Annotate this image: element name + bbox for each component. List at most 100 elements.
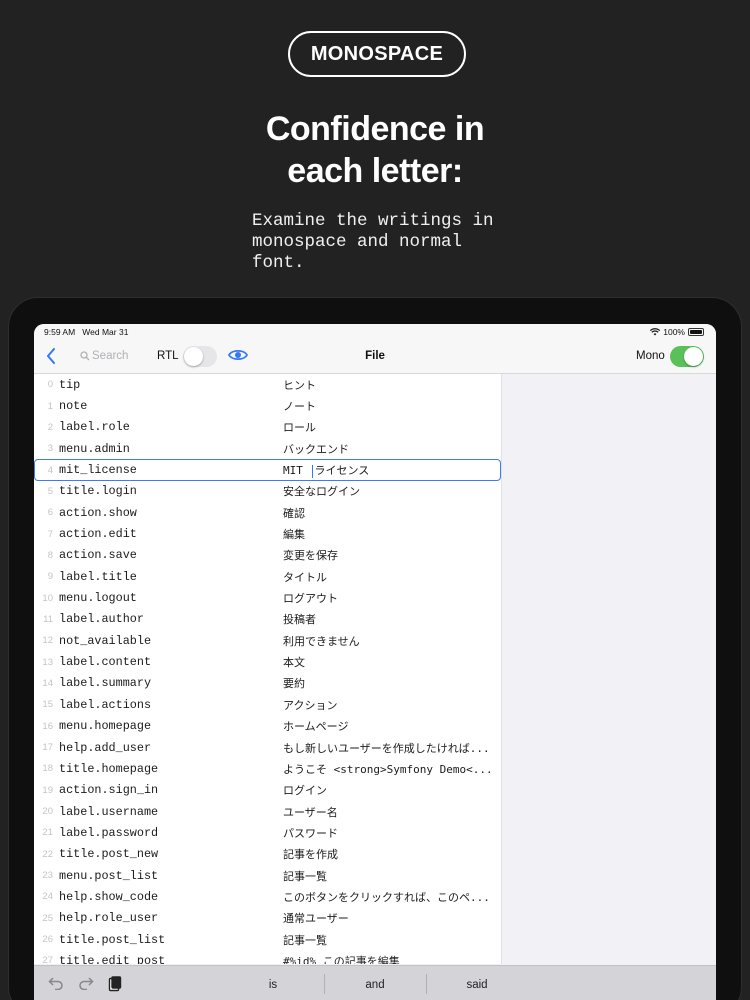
row-number: 20	[42, 806, 53, 818]
row-number: 3	[47, 443, 53, 455]
row-value: このボタンをクリックすれば、このペ...	[283, 890, 490, 904]
app-screen: 9:59 AM Wed Mar 31 100% Search RTL File …	[34, 324, 716, 1000]
list-row[interactable]: 0 tip ヒント	[34, 374, 501, 395]
list-row[interactable]: 12 not_available 利用できません	[34, 630, 501, 651]
text-caret	[311, 464, 313, 478]
row-value: 安全なログイン	[283, 485, 360, 499]
row-value: ホームページ	[283, 720, 349, 734]
row-value: 投稿者	[283, 613, 316, 627]
row-number: 15	[42, 699, 53, 711]
row-value: タイトル	[283, 570, 327, 584]
row-number: 9	[47, 571, 53, 583]
list-row[interactable]: 21 label.password パスワード	[34, 822, 501, 843]
redo-icon[interactable]	[78, 976, 94, 994]
row-value[interactable]: MIT ライセンス	[283, 462, 495, 478]
list-row[interactable]: 16 menu.homepage ホームページ	[34, 716, 501, 737]
list-row[interactable]: 24 help.show_code このボタンをクリックすれば、このペ...	[34, 886, 501, 907]
row-number: 22	[42, 848, 53, 860]
list-row[interactable]: 13 label.content 本文	[34, 651, 501, 672]
search-placeholder: Search	[92, 350, 129, 362]
status-right: 100%	[650, 327, 704, 337]
row-value: 確認	[283, 506, 305, 520]
list-row[interactable]: 7 action.edit 編集	[34, 523, 501, 544]
row-value: 編集	[283, 528, 305, 542]
translation-list[interactable]: 0 tip ヒント 1 note ノート 2 label.role ロール 3 menu.admin…	[34, 374, 501, 964]
row-number: 12	[42, 635, 53, 647]
headline-line-1: Confidence in	[265, 110, 485, 148]
row-value: アクション	[283, 698, 338, 712]
suggestion-1[interactable]: is	[222, 974, 324, 996]
row-key: label.title	[59, 569, 137, 584]
row-number: 1	[47, 400, 53, 412]
list-row[interactable]: 9 label.title タイトル	[34, 566, 501, 587]
suggestion-3[interactable]: said	[426, 974, 528, 996]
list-row[interactable]: 26 title.post_list 記事一覧	[34, 929, 501, 950]
promo-subtext: Examine the writings in monospace and no…	[252, 211, 494, 273]
list-row[interactable]: 2 label.role ロール	[34, 417, 501, 438]
list-row[interactable]: 5 title.login 安全なログイン	[34, 481, 501, 502]
row-key: label.username	[59, 804, 159, 819]
eye-icon[interactable]	[227, 348, 249, 367]
list-row[interactable]: 20 label.username ユーザー名	[34, 801, 501, 822]
list-row[interactable]: 4 mit_license MIT ライセンス	[34, 459, 501, 481]
rtl-label: RTL	[157, 350, 179, 362]
list-row[interactable]: 25 help.role_user 通常ユーザー	[34, 908, 501, 929]
row-number: 14	[42, 677, 53, 689]
battery-percent: 100%	[663, 327, 685, 337]
row-value: ユーザー名	[283, 805, 338, 819]
list-row[interactable]: 14 label.summary 要約	[34, 673, 501, 694]
row-key: not_available	[59, 633, 152, 648]
list-row[interactable]: 19 action.sign_in ログイン	[34, 780, 501, 801]
row-number: 13	[42, 656, 53, 668]
paste-icon[interactable]	[108, 976, 122, 996]
row-key: menu.homepage	[59, 719, 152, 734]
row-key: title.post_list	[59, 932, 166, 947]
row-key: help.add_user	[59, 740, 152, 755]
list-row[interactable]: 3 menu.admin バックエンド	[34, 438, 501, 459]
row-key: label.actions	[59, 697, 152, 712]
row-number: 27	[42, 955, 53, 964]
row-value: ログアウト	[283, 592, 338, 606]
row-number: 2	[47, 421, 53, 433]
row-key: title.login	[59, 484, 137, 499]
row-key: label.password	[59, 825, 159, 840]
list-row[interactable]: 17 help.add_user もし新しいユーザーを作成したければ...	[34, 737, 501, 758]
row-value: 要約	[283, 677, 305, 691]
list-row[interactable]: 23 menu.post_list 記事一覧	[34, 865, 501, 886]
mono-toggle[interactable]	[670, 346, 704, 367]
row-number: 0	[47, 379, 53, 391]
status-bar: 9:59 AM Wed Mar 31 100%	[34, 324, 716, 340]
row-key: label.role	[59, 420, 130, 435]
row-key: label.content	[59, 655, 152, 670]
wifi-icon	[650, 328, 661, 336]
row-number: 8	[47, 549, 53, 561]
list-row[interactable]: 27 title.edit_post #%id% この記事を編集	[34, 950, 501, 964]
monospace-badge: MONOSPACE	[288, 31, 466, 77]
search-field[interactable]: Search	[80, 350, 128, 362]
row-number: 10	[42, 592, 53, 604]
row-value: もし新しいユーザーを作成したければ...	[283, 741, 490, 755]
rtl-toggle[interactable]	[183, 346, 217, 367]
undo-icon[interactable]	[48, 976, 64, 994]
list-row[interactable]: 1 note ノート	[34, 395, 501, 416]
page-title: File	[365, 350, 385, 362]
list-row[interactable]: 6 action.show 確認	[34, 502, 501, 523]
list-row[interactable]: 18 title.homepage ようこそ <strong>Symfony Dem…	[34, 758, 501, 779]
back-chevron-icon[interactable]	[46, 348, 56, 367]
list-row[interactable]: 15 label.actions アクション	[34, 694, 501, 715]
row-number: 4	[47, 464, 53, 476]
row-key: title.edit_post	[59, 953, 166, 964]
row-value: ロール	[283, 421, 316, 435]
list-row[interactable]: 11 label.author 投稿者	[34, 609, 501, 630]
mono-label: Mono	[636, 350, 665, 362]
list-row[interactable]: 8 action.save 変更を保存	[34, 545, 501, 566]
row-number: 6	[47, 507, 53, 519]
suggestion-2[interactable]: and	[324, 974, 426, 996]
row-key: tip	[59, 377, 81, 392]
list-row[interactable]: 10 menu.logout ログアウト	[34, 587, 501, 608]
row-number: 25	[42, 912, 53, 924]
row-key: mit_license	[59, 463, 137, 478]
list-row[interactable]: 22 title.post_new 記事を作成	[34, 844, 501, 865]
row-number: 5	[47, 485, 53, 497]
row-value: ようこそ <strong>Symfony Demo<...	[283, 762, 493, 776]
